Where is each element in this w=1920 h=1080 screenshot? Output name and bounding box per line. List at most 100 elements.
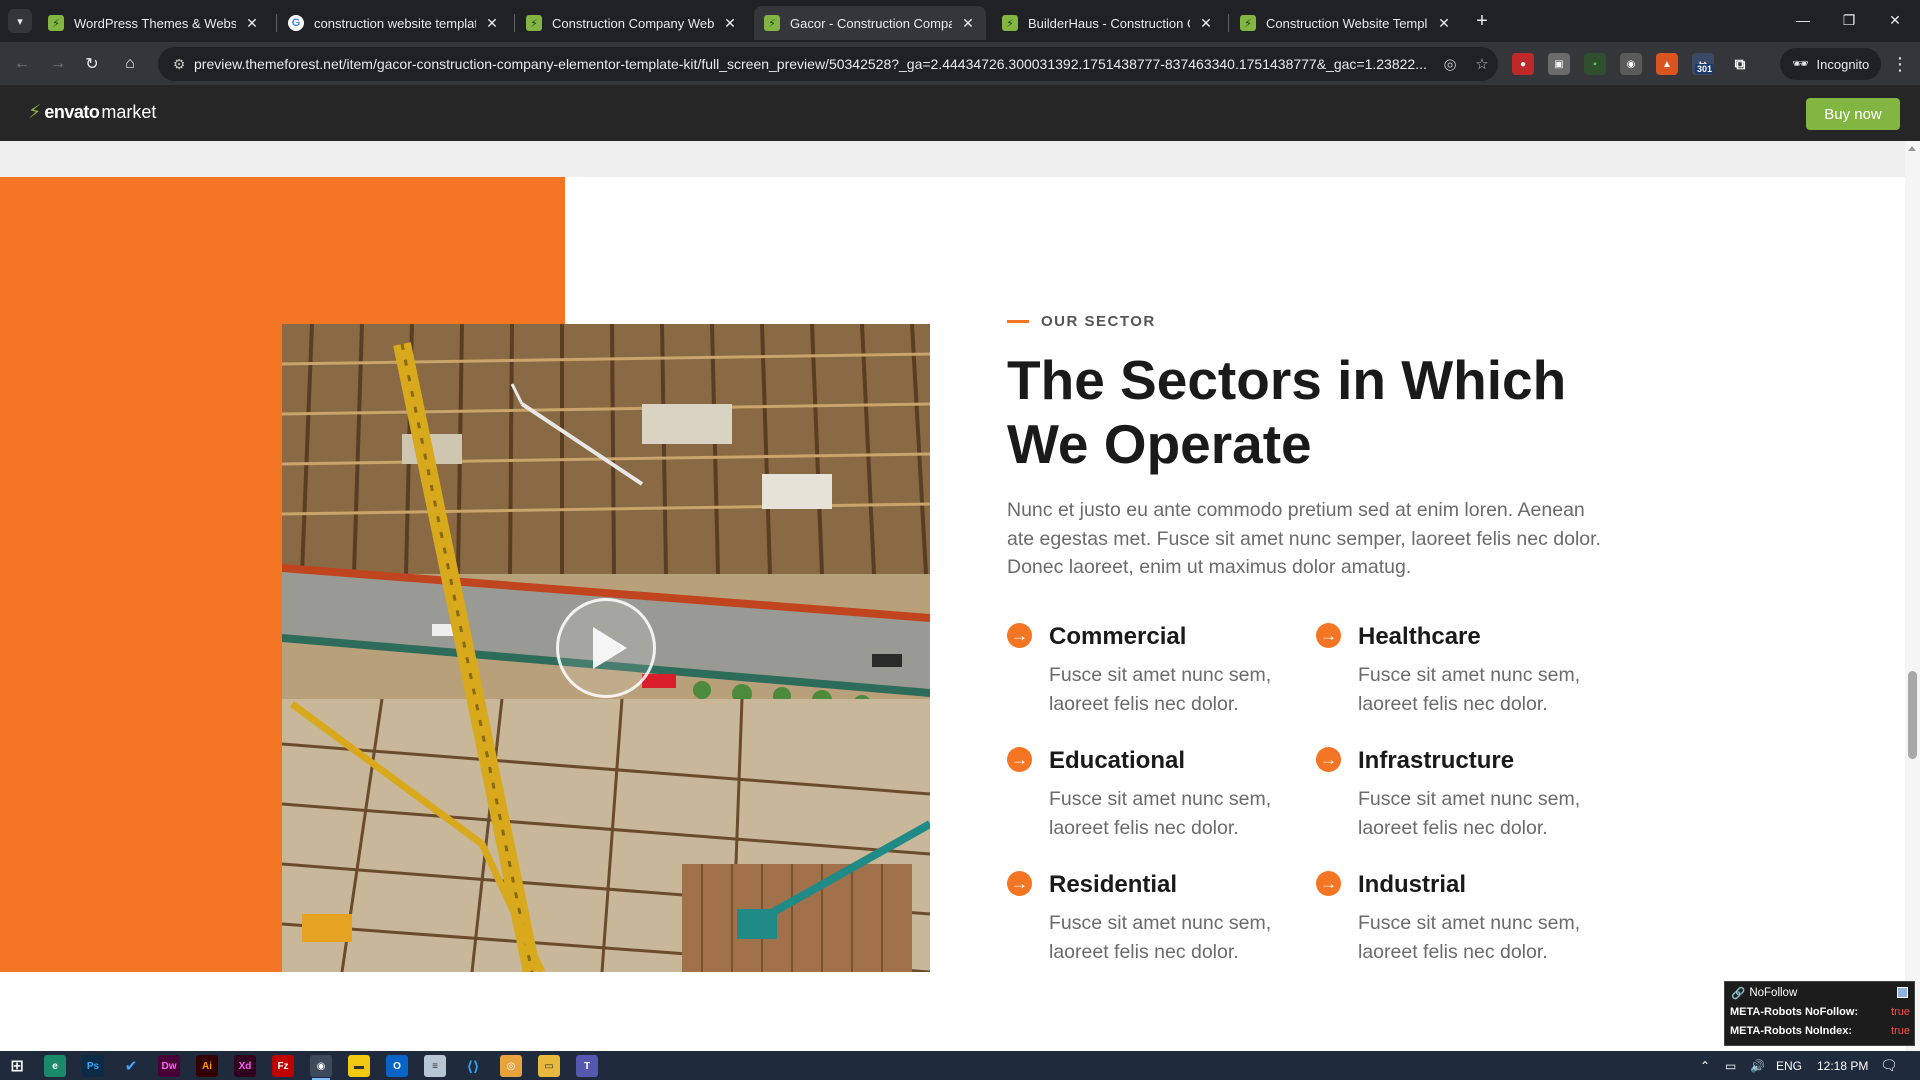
arrow-right-icon: → bbox=[1316, 871, 1341, 896]
notification-center-icon[interactable]: 🗨 bbox=[1880, 1051, 1898, 1080]
eye-off-icon[interactable]: ◎ bbox=[1434, 55, 1466, 73]
dreamweaver-icon[interactable]: Dw bbox=[158, 1055, 180, 1077]
google-icon: G bbox=[288, 15, 304, 31]
browser-tab[interactable]: ⚡ Construction Website Templates ✕ bbox=[1230, 6, 1462, 40]
sector-name: Healthcare bbox=[1358, 623, 1481, 650]
windows-start-icon[interactable]: ⊞ bbox=[6, 1055, 28, 1077]
browser-tab-strip: ▾ ⚡ WordPress Themes & Website Templates… bbox=[0, 0, 1920, 42]
logo-brand: envato bbox=[44, 102, 100, 122]
browser-menu-icon[interactable]: ⋮ bbox=[1886, 50, 1914, 78]
adobe-xd-icon[interactable]: Xd bbox=[234, 1055, 256, 1077]
close-window-icon[interactable]: ✕ bbox=[1872, 0, 1918, 40]
construction-site-photo bbox=[282, 324, 930, 972]
tab-title: Construction Company Website Templates bbox=[552, 15, 714, 31]
browser-tab[interactable]: G construction website template - Google… bbox=[278, 6, 510, 40]
video-play-button[interactable] bbox=[556, 598, 656, 698]
envato-icon: ⚡ bbox=[1240, 15, 1256, 31]
volume-icon[interactable]: 🔊 bbox=[1750, 1051, 1765, 1080]
row-value: true bbox=[1891, 1006, 1910, 1018]
outlook-icon[interactable]: O bbox=[386, 1055, 408, 1077]
section-intro: Nunc et justo eu ante commodo pretium se… bbox=[1007, 499, 1601, 578]
browser-tab[interactable]: ⚡ Construction Company Website Templates… bbox=[516, 6, 748, 40]
browser-toolbar: ← → ↻ ⌂ ⚙ preview.themeforest.net/item/g… bbox=[0, 42, 1920, 85]
sector-name: Industrial bbox=[1358, 871, 1467, 898]
arrow-right-icon: → bbox=[1007, 871, 1032, 896]
tab-separator bbox=[514, 14, 515, 32]
play-icon bbox=[593, 627, 627, 669]
arrow-right-icon: → bbox=[1316, 747, 1341, 772]
reload-icon[interactable]: ↻ bbox=[78, 50, 106, 78]
clock[interactable]: 12:18 PM bbox=[1817, 1051, 1868, 1080]
tab-search-dropdown-icon[interactable]: ▾ bbox=[8, 9, 32, 33]
chrome-active-icon[interactable]: ◉ bbox=[310, 1055, 332, 1080]
camera-icon[interactable]: ◉ bbox=[1620, 53, 1642, 75]
close-tab-icon[interactable]: ✕ bbox=[722, 15, 738, 31]
incognito-indicator[interactable]: 🕶 Incognito bbox=[1780, 48, 1882, 80]
network-icon[interactable]: ▭ bbox=[1725, 1051, 1736, 1080]
browser-tab[interactable]: ⚡ BuilderHaus - Construction Company Tem… bbox=[992, 6, 1224, 40]
browser-tab[interactable]: ⚡ WordPress Themes & Website Templates ✕ bbox=[38, 6, 270, 40]
close-tab-icon[interactable]: ✕ bbox=[244, 15, 260, 31]
envato-icon: ⚡ bbox=[764, 15, 780, 31]
arrow-right-icon: → bbox=[1007, 623, 1032, 648]
buy-now-button[interactable]: Buy now bbox=[1806, 98, 1900, 130]
extension-gray-icon[interactable]: ▣ bbox=[1548, 53, 1570, 75]
browser-tab-active[interactable]: ⚡ Gacor - Construction Company Elementor… bbox=[754, 6, 986, 40]
puzzle-extensions-icon[interactable]: ⧉ bbox=[1729, 53, 1751, 75]
todo-check-icon[interactable]: ✔ bbox=[120, 1055, 142, 1077]
new-tab-icon[interactable]: + bbox=[1470, 9, 1494, 33]
scroll-up-arrow-icon[interactable] bbox=[1908, 146, 1916, 151]
url-text[interactable]: preview.themeforest.net/item/gacor-const… bbox=[194, 56, 1434, 72]
tab-title: Gacor - Construction Company Elementor T… bbox=[790, 15, 952, 31]
address-bar[interactable]: ⚙ preview.themeforest.net/item/gacor-con… bbox=[158, 47, 1498, 81]
language-indicator[interactable]: ENG bbox=[1776, 1051, 1802, 1080]
file-explorer-icon[interactable]: ▭ bbox=[538, 1055, 560, 1077]
tab-title: construction website template - Google S… bbox=[314, 15, 476, 31]
illustrator-icon[interactable]: Ai bbox=[196, 1055, 218, 1077]
close-tab-icon[interactable]: ✕ bbox=[1198, 15, 1214, 31]
extension-orange-icon[interactable]: ▲ bbox=[1656, 53, 1678, 75]
scrollbar-thumb[interactable] bbox=[1908, 671, 1917, 759]
tab-title: BuilderHaus - Construction Company Templ… bbox=[1028, 15, 1190, 31]
panel-close-icon[interactable] bbox=[1897, 987, 1908, 998]
sector-description: Fusce sit amet nunc sem, laoreet felis n… bbox=[1358, 788, 1581, 839]
eyebrow-dash bbox=[1007, 320, 1029, 323]
sector-description: Fusce sit amet nunc sem, laoreet felis n… bbox=[1049, 664, 1272, 715]
sector-name: Infrastructure bbox=[1358, 747, 1515, 774]
sticky-notes-icon[interactable]: ▬ bbox=[348, 1055, 370, 1077]
home-icon[interactable]: ⌂ bbox=[116, 50, 144, 78]
vscode-icon[interactable]: ⟨⟩ bbox=[462, 1055, 484, 1077]
extension-red-icon[interactable]: ● bbox=[1512, 53, 1534, 75]
close-tab-icon[interactable]: ✕ bbox=[484, 15, 500, 31]
site-info-icon[interactable]: ⚙ bbox=[164, 56, 194, 73]
teams-icon[interactable]: T bbox=[576, 1055, 598, 1077]
close-tab-icon[interactable]: ✕ bbox=[1436, 15, 1452, 31]
envato-icon: ⚡ bbox=[1002, 15, 1018, 31]
tab-title: Construction Website Templates bbox=[1266, 15, 1428, 31]
sector-name: Residential bbox=[1049, 871, 1178, 898]
envato-icon: ⚡ bbox=[48, 15, 64, 31]
bookmark-star-icon[interactable]: ☆ bbox=[1466, 55, 1498, 73]
row-key: META-Robots NoFollow: bbox=[1730, 1006, 1859, 1018]
extension-green-icon[interactable]: ▪ bbox=[1584, 53, 1606, 75]
notepad-icon[interactable]: ≡ bbox=[424, 1055, 446, 1077]
minimize-icon[interactable]: — bbox=[1780, 0, 1826, 40]
photoshop-icon[interactable]: Ps bbox=[82, 1055, 104, 1077]
sector-name: Educational bbox=[1049, 747, 1186, 774]
nofollow-header: 🔗 NoFollow bbox=[1731, 986, 1797, 1000]
tray-overflow-icon[interactable]: ⌃ bbox=[1700, 1051, 1710, 1080]
arrow-right-icon: → bbox=[1007, 747, 1032, 772]
forward-icon[interactable]: → bbox=[44, 50, 72, 78]
nofollow-row: META-Robots NoFollow: true bbox=[1730, 1006, 1910, 1018]
close-tab-icon[interactable]: ✕ bbox=[960, 15, 976, 31]
chrome-icon[interactable]: ◎ bbox=[500, 1055, 522, 1077]
logo-market: market bbox=[101, 102, 157, 122]
restore-icon[interactable]: ❐ bbox=[1826, 0, 1872, 40]
envato-market-logo[interactable]: ⚡ envato market bbox=[28, 101, 156, 124]
edge-icon[interactable]: e bbox=[44, 1055, 66, 1077]
back-icon[interactable]: ← bbox=[8, 50, 36, 78]
section-eyebrow: OUR SECTOR bbox=[1007, 313, 1156, 330]
page-scrollbar[interactable] bbox=[1905, 141, 1920, 1051]
filezilla-icon[interactable]: Fz bbox=[272, 1055, 294, 1077]
incognito-icon: 🕶 bbox=[1792, 56, 1809, 71]
